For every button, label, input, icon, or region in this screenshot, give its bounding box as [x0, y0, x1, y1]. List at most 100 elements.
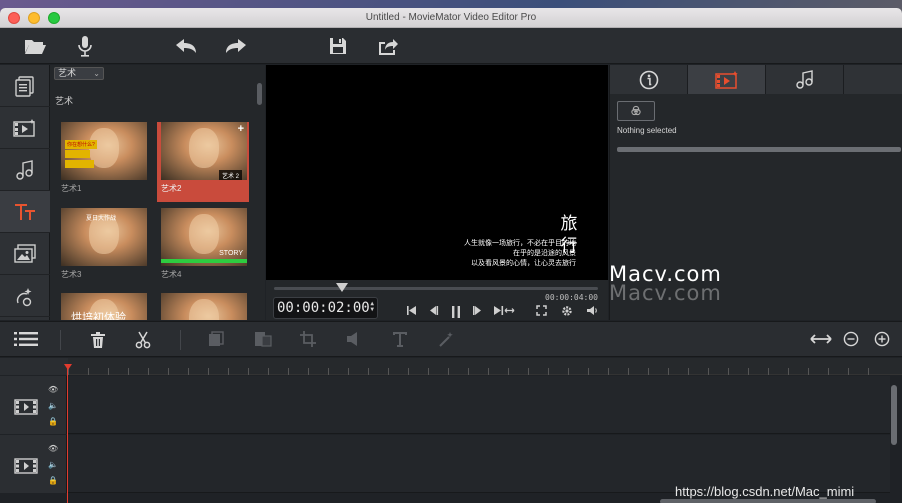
list-menu-icon — [14, 332, 38, 346]
timeline-track-video-1[interactable]: 👁 🔈 🔒 — [0, 376, 890, 434]
playback-scrubber[interactable] — [274, 287, 598, 290]
previous-frame-button[interactable] — [428, 305, 439, 316]
speaker-icon — [347, 332, 357, 346]
sidebar-item-effects[interactable] — [0, 275, 50, 317]
close-window-button[interactable] — [8, 12, 20, 24]
redo-button[interactable] — [224, 34, 248, 58]
magic-effect-button[interactable] — [438, 331, 454, 347]
preview-subtitle-line: 以及看风景的心情，让心灵去旅行 — [471, 260, 576, 267]
crop-button[interactable] — [300, 331, 316, 347]
fullscreen-icon — [536, 305, 547, 316]
timeline-ruler[interactable] — [0, 358, 902, 375]
fit-arrows-icon — [810, 334, 832, 344]
template-thumbnail: 你在想什么? — [61, 122, 147, 180]
save-button[interactable] — [326, 34, 350, 58]
next-frame-button[interactable] — [472, 305, 483, 316]
preview-settings-button[interactable] — [561, 305, 573, 317]
template-label: 艺术2 — [161, 184, 182, 193]
track-visibility-eye-icon[interactable]: 👁 — [48, 444, 58, 454]
timecode-field[interactable]: 00:00:02:00 ▲ ▼ — [273, 297, 378, 319]
video-track-icon — [14, 458, 38, 474]
copy-button[interactable] — [208, 331, 224, 347]
sidebar-item-pictures[interactable] — [0, 233, 50, 275]
zoom-in-button[interactable] — [874, 331, 890, 347]
timeline-menu-button[interactable] — [14, 331, 38, 347]
magic-wand-icon — [439, 332, 453, 347]
video-track-icon — [14, 399, 38, 415]
add-to-timeline-icon[interactable]: + — [238, 123, 244, 135]
timeline-toolbar — [0, 321, 902, 357]
timeline-horizontal-scrollbar[interactable] — [660, 499, 876, 503]
template-item[interactable] — [161, 293, 247, 320]
sidebar-item-text[interactable] — [0, 191, 50, 233]
thumbnail-overlay-text: 夏日大作战 — [86, 216, 117, 222]
step-forward-icon — [473, 306, 481, 315]
template-item-selected[interactable]: + 艺术 2 艺术2 — [157, 122, 249, 202]
sidebar-item-playlist[interactable] — [0, 65, 50, 107]
tab-empty — [844, 65, 902, 94]
thumbnail-overlay-text: 你在想什么? — [65, 140, 97, 149]
tab-audio-properties[interactable] — [766, 65, 844, 94]
add-text-button[interactable] — [392, 331, 408, 347]
category-select[interactable]: 艺术 ⌄ — [54, 67, 104, 80]
property-placeholder-box[interactable] — [617, 101, 655, 121]
minimize-window-button[interactable] — [28, 12, 40, 24]
timeline-vertical-scrollbar[interactable] — [891, 385, 897, 445]
video-film-icon — [714, 70, 738, 89]
inspector-scrollbar[interactable] — [617, 147, 901, 152]
split-clip-button[interactable] — [135, 331, 151, 349]
template-thumbnail: 烘培初体验 — [61, 293, 147, 320]
volume-button[interactable] — [586, 305, 598, 316]
skip-to-start-button[interactable] — [406, 305, 417, 316]
pause-icon — [452, 306, 460, 318]
library-heading: 艺术 — [55, 96, 74, 106]
fullscreen-button[interactable] — [536, 305, 547, 316]
thumbnail-overlay-bar — [161, 259, 247, 263]
trash-icon — [91, 332, 105, 348]
paste-button[interactable] — [254, 331, 272, 347]
template-label: 艺术4 — [161, 270, 182, 279]
track-controls: 👁 🔈 🔒 — [48, 385, 58, 427]
delete-clip-button[interactable] — [90, 331, 106, 349]
video-preview-screen[interactable]: 旅行 人生就像一场旅行，不必在乎目的地 在乎的是沿途的风景 以及看风景的心情，让… — [266, 65, 608, 280]
template-item[interactable]: 夏日大作战 艺术3 — [61, 208, 147, 280]
maximize-window-button[interactable] — [48, 12, 60, 24]
template-thumbnail: STORY — [161, 208, 247, 266]
template-item[interactable]: STORY 艺术4 — [161, 208, 247, 280]
app-window: Untitled - MovieMator Video Editor Pro 艺… — [0, 8, 902, 503]
tab-video-properties[interactable] — [688, 65, 766, 94]
undo-button[interactable] — [174, 34, 198, 58]
timecode-stepper-icon[interactable]: ▲ ▼ — [370, 301, 374, 313]
thumbnail-overlay-bar — [65, 150, 90, 158]
playhead-line[interactable] — [67, 368, 68, 503]
template-thumbnail — [161, 293, 247, 320]
pause-button[interactable] — [450, 305, 462, 319]
track-mute-speaker-icon[interactable]: 🔈 — [48, 460, 58, 470]
sidebar-item-audio-filters[interactable] — [0, 149, 50, 191]
track-mute-speaker-icon[interactable]: 🔈 — [48, 401, 58, 411]
record-voice-button[interactable] — [73, 34, 97, 58]
skip-to-end-button[interactable] — [493, 305, 515, 316]
fit-timeline-button[interactable] — [809, 331, 833, 347]
template-item[interactable]: 烘培初体验 — [61, 293, 147, 320]
template-label: 艺术1 — [61, 184, 82, 193]
track-lock-icon[interactable]: 🔒 — [48, 417, 58, 427]
zoom-out-button[interactable] — [843, 331, 859, 347]
template-item[interactable]: 你在想什么? 艺术1 — [61, 122, 147, 194]
track-lock-icon[interactable]: 🔒 — [48, 476, 58, 486]
library-scrollbar[interactable] — [257, 83, 262, 105]
paste-icon — [255, 332, 272, 347]
scrubber-handle[interactable] — [336, 283, 349, 292]
step-back-icon — [430, 306, 439, 315]
tab-info[interactable] — [610, 65, 688, 94]
info-icon — [639, 70, 658, 89]
media-sidebar — [0, 65, 50, 320]
scissors-icon — [135, 331, 151, 349]
text-icon — [393, 332, 407, 347]
export-button[interactable] — [376, 34, 400, 58]
sidebar-item-video-filters[interactable] — [0, 107, 50, 149]
track-visibility-eye-icon[interactable]: 👁 — [48, 385, 58, 395]
open-folder-button[interactable] — [23, 34, 47, 58]
audio-button[interactable] — [346, 331, 362, 347]
playhead-marker[interactable] — [64, 364, 72, 370]
